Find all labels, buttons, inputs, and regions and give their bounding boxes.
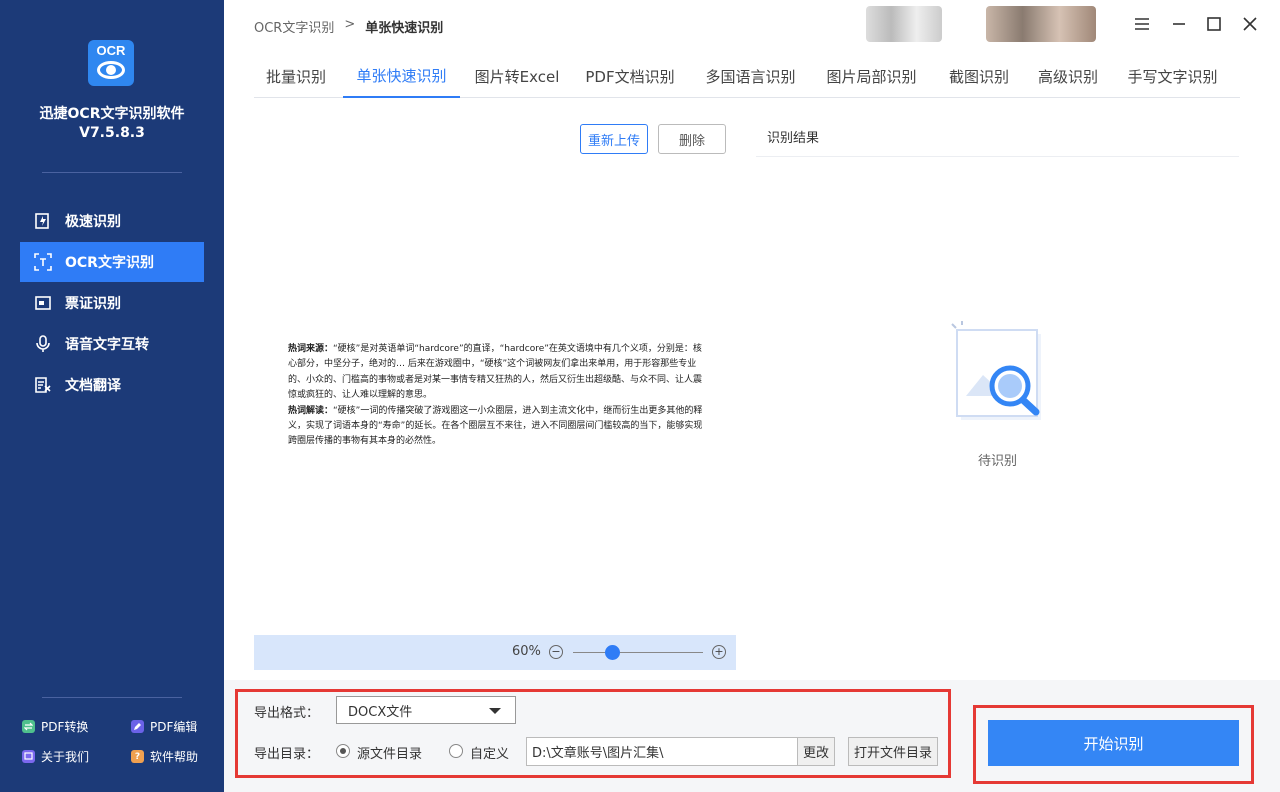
export-dir-label: 导出目录： (254, 747, 320, 762)
fast-scan-icon (34, 212, 52, 230)
tab-advanced[interactable]: 高级识别 (1032, 55, 1104, 98)
zoom-out-icon[interactable]: − (549, 645, 563, 659)
tab-handwriting[interactable]: 手写文字识别 (1120, 55, 1225, 98)
breadcrumb-root[interactable]: OCR文字识别 (254, 17, 334, 36)
footer-pdf-edit[interactable]: PDF编辑 (131, 718, 197, 735)
doc-paragraph: 热词来源：“硬核”是对英语单词“hardcore”的直译，“hardcore”在… (288, 344, 703, 401)
tab-image-to-excel[interactable]: 图片转Excel (467, 55, 567, 98)
divider (42, 697, 182, 698)
close-icon[interactable] (1240, 14, 1260, 34)
radio-source-dir[interactable] (336, 744, 350, 758)
sidebar-item-label: 语音文字互转 (65, 337, 149, 353)
sidebar-item-ticket[interactable]: 票证识别 (20, 283, 204, 323)
tab-pdf[interactable]: PDF文档识别 (579, 55, 681, 98)
sidebar-item-label: OCR文字识别 (65, 255, 154, 271)
tab-screenshot[interactable]: 截图识别 (942, 55, 1016, 98)
pdf-convert-icon (22, 720, 35, 733)
breadcrumb: OCR文字识别 > 单张快速识别 (254, 17, 443, 36)
footer-pdf-convert[interactable]: PDF转换 (22, 718, 88, 735)
ocr-scan-icon (34, 253, 52, 271)
sidebar: OCR 迅捷OCR文字识别软件 V7.5.8.3 极速识别 OCR文字识别 票证… (0, 0, 224, 792)
minimize-icon[interactable] (1169, 14, 1189, 34)
open-folder-button[interactable]: 打开文件目录 (848, 737, 938, 766)
result-status: 待识别 (977, 454, 1017, 469)
radio-custom-dir[interactable] (449, 744, 463, 758)
zoom-in-icon[interactable]: + (712, 645, 726, 659)
menu-icon[interactable] (1132, 14, 1152, 34)
reupload-button[interactable]: 重新上传 (580, 124, 648, 154)
zoom-slider[interactable] (573, 652, 703, 653)
sidebar-item-ocr[interactable]: OCR文字识别 (20, 242, 204, 282)
radio-source-dir-label[interactable]: 源文件目录 (357, 743, 422, 762)
sidebar-item-label: 极速识别 (65, 214, 121, 230)
breadcrumb-current: 单张快速识别 (365, 21, 444, 36)
footer-help[interactable]: ? 软件帮助 (131, 748, 198, 765)
search-image-icon (948, 320, 1048, 428)
change-path-button[interactable]: 更改 (797, 737, 835, 766)
logo-text: OCR (96, 43, 126, 58)
sidebar-item-translate[interactable]: 文档翻译 (20, 365, 204, 405)
about-icon (22, 750, 35, 763)
export-format-label: 导出格式： (254, 706, 320, 721)
start-recognition-button[interactable]: 开始识别 (988, 720, 1239, 766)
sidebar-item-label: 文档翻译 (65, 378, 121, 394)
radio-custom-dir-label[interactable]: 自定义 (470, 743, 509, 762)
microphone-icon (34, 335, 52, 353)
tab-partial[interactable]: 图片局部识别 (819, 55, 924, 98)
sidebar-item-label: 票证识别 (65, 296, 121, 312)
translate-icon (34, 376, 52, 394)
tab-single-fast[interactable]: 单张快速识别 (343, 55, 460, 98)
help-icon: ? (131, 750, 144, 763)
maximize-icon[interactable] (1204, 14, 1224, 34)
chevron-down-icon (489, 708, 501, 714)
app-logo: OCR (88, 40, 134, 86)
app-title: 迅捷OCR文字识别软件 V7.5.8.3 (39, 106, 185, 141)
divider (42, 172, 182, 173)
ticket-icon (34, 294, 52, 312)
user-info[interactable] (986, 6, 1096, 42)
pdf-edit-icon (131, 720, 144, 733)
doc-paragraph: 热词解读：“硬核”一词的传播突破了游戏圈这一小众圈层，进入到主流文化中，继而衍生… (288, 405, 703, 447)
result-title: 识别结果 (756, 117, 1239, 157)
export-path-field[interactable]: D:\文章账号\图片汇集\ (526, 737, 798, 766)
avatar[interactable] (866, 6, 942, 42)
export-format-select[interactable]: DOCX文件 (336, 696, 516, 724)
delete-button[interactable]: 删除 (658, 124, 726, 154)
tab-multilang[interactable]: 多国语言识别 (698, 55, 803, 98)
zoom-slider-handle[interactable] (605, 645, 620, 660)
preview-document: 热词来源：“硬核”是对英语单词“hardcore”的直译，“hardcore”在… (288, 342, 704, 450)
app-window: OCR 迅捷OCR文字识别软件 V7.5.8.3 极速识别 OCR文字识别 票证… (0, 0, 1280, 792)
zoom-level: 60% (512, 644, 541, 659)
sidebar-item-fast[interactable]: 极速识别 (20, 201, 204, 241)
tab-bar: 批量识别 单张快速识别 图片转Excel PDF文档识别 多国语言识别 图片局部… (254, 55, 1240, 98)
tab-batch[interactable]: 批量识别 (254, 55, 338, 98)
footer-about[interactable]: 关于我们 (22, 748, 89, 765)
breadcrumb-separator: > (344, 17, 356, 32)
sidebar-item-voice[interactable]: 语音文字互转 (20, 324, 204, 364)
